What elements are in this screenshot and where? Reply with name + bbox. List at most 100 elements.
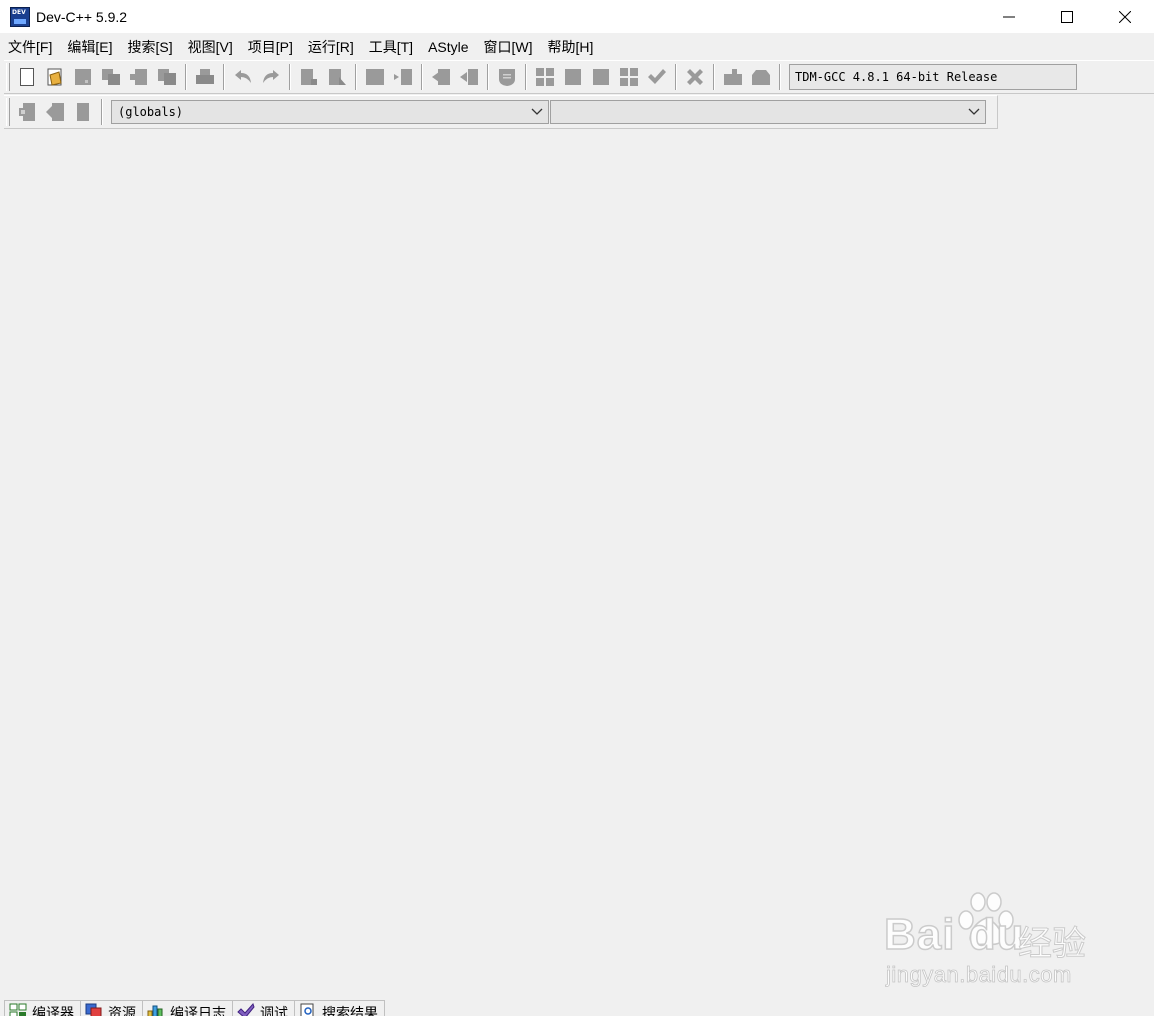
insert-button[interactable] — [14, 99, 40, 125]
tab-search-results[interactable]: 搜索结果 — [294, 1000, 385, 1016]
menu-window[interactable]: 窗口[W] — [478, 36, 542, 58]
project-options-icon — [499, 69, 515, 86]
stop-execution-button[interactable] — [682, 64, 708, 90]
menu-astyle[interactable]: AStyle — [422, 36, 477, 58]
close-button[interactable] — [1096, 0, 1154, 33]
compile-run-button[interactable] — [588, 64, 614, 90]
class-toolbar: (globals) — [4, 95, 998, 129]
tab-compile-log[interactable]: 编译日志 — [142, 1000, 233, 1016]
close-icon — [1119, 10, 1131, 23]
new-file-icon — [20, 68, 34, 86]
redo-icon — [263, 70, 279, 83]
scope-combo[interactable]: (globals) — [111, 100, 549, 124]
toolbar-separator — [421, 64, 423, 90]
toolbar-separator — [713, 64, 715, 90]
syntax-check-button[interactable] — [644, 64, 670, 90]
search-results-icon — [300, 1003, 314, 1016]
close-all-button[interactable] — [154, 64, 180, 90]
jingyan-text: 经验 — [1018, 924, 1087, 965]
chevron-down-icon[interactable] — [530, 104, 544, 120]
toolbar-separator — [185, 64, 187, 90]
menu-search[interactable]: 搜索[S] — [121, 36, 181, 58]
open-file-button[interactable] — [42, 64, 68, 90]
stop-x-icon — [687, 69, 703, 85]
compiler-grid-icon — [9, 1003, 27, 1016]
minimize-button[interactable] — [980, 0, 1038, 33]
compiler-selector[interactable]: TDM-GCC 4.8.1 64-bit Release — [789, 64, 1077, 90]
redo-button[interactable] — [258, 64, 284, 90]
maximize-icon — [1061, 10, 1073, 23]
compile-log-chart-icon — [147, 1005, 163, 1016]
toolbar-separator — [487, 64, 489, 90]
close-file-icon — [130, 69, 147, 85]
menu-view[interactable]: 视图[V] — [182, 36, 242, 58]
maximize-button[interactable] — [1038, 0, 1096, 33]
rebuild-all-icon — [620, 68, 638, 86]
find-next-button[interactable] — [362, 64, 388, 90]
tab-debug[interactable]: 调试 — [232, 1000, 295, 1016]
close-file-button[interactable] — [126, 64, 152, 90]
toolbar-grip[interactable] — [6, 98, 10, 126]
tab-resources[interactable]: 资源 — [80, 1000, 143, 1016]
baidu-jingyan-watermark: Bai du 经验 jingyan.baidu.com — [883, 890, 1099, 990]
goto-bookmark-icon — [77, 103, 89, 121]
compile-button[interactable] — [532, 64, 558, 90]
save-all-button[interactable] — [98, 64, 124, 90]
menu-help[interactable]: 帮助[H] — [542, 36, 603, 58]
debug-button[interactable] — [720, 64, 746, 90]
add-to-project-icon — [460, 69, 478, 85]
print-icon — [196, 69, 214, 84]
toolbar-grip[interactable] — [6, 63, 10, 91]
tab-compile-log-label: 编译日志 — [170, 1005, 226, 1016]
resources-icon — [85, 1003, 102, 1016]
toolbar-separator — [355, 64, 357, 90]
title-bar: Dev-C++ 5.9.2 — [0, 0, 1154, 33]
menu-run[interactable]: 运行[R] — [302, 36, 363, 58]
open-file-icon — [47, 68, 62, 86]
new-project-icon — [432, 69, 450, 85]
menu-tools[interactable]: 工具[T] — [363, 36, 422, 58]
debug-icon — [724, 69, 742, 85]
menu-project[interactable]: 项目[P] — [242, 36, 302, 58]
menu-bar: 文件[F] 编辑[E] 搜索[S] 视图[V] 项目[P] 运行[R] 工具[T… — [0, 36, 1154, 58]
chevron-down-icon[interactable] — [967, 104, 981, 120]
window-title: Dev-C++ 5.9.2 — [36, 8, 128, 25]
scope-combo-value: (globals) — [118, 105, 184, 119]
print-button[interactable] — [192, 64, 218, 90]
undo-icon — [235, 70, 251, 83]
goto-line-button[interactable] — [390, 64, 416, 90]
find-next-icon — [366, 69, 384, 85]
undo-button[interactable] — [230, 64, 256, 90]
toolbar-separator — [779, 64, 781, 90]
new-project-button[interactable] — [428, 64, 454, 90]
replace-button[interactable] — [324, 64, 350, 90]
window-controls — [980, 0, 1154, 33]
close-all-icon — [158, 69, 176, 85]
project-options-button[interactable] — [494, 64, 520, 90]
find-icon — [301, 69, 317, 85]
add-to-project-button[interactable] — [456, 64, 482, 90]
tab-search-results-label: 搜索结果 — [322, 1005, 378, 1016]
rebuild-all-button[interactable] — [616, 64, 642, 90]
save-button[interactable] — [70, 64, 96, 90]
compile-icon — [536, 68, 554, 86]
baidu-logo-text: Bai du — [883, 909, 1025, 960]
compile-run-icon — [593, 69, 609, 85]
profile-button[interactable] — [748, 64, 774, 90]
toolbar-separator — [675, 64, 677, 90]
toolbar-separator — [525, 64, 527, 90]
editor-area[interactable] — [0, 130, 1154, 1000]
menu-file[interactable]: 文件[F] — [2, 36, 61, 58]
main-toolbar: TDM-GCC 4.8.1 64-bit Release — [4, 60, 1154, 94]
run-button[interactable] — [560, 64, 586, 90]
member-combo[interactable] — [550, 100, 986, 124]
find-button[interactable] — [296, 64, 322, 90]
goto-bookmark-button[interactable] — [70, 99, 96, 125]
tab-compiler[interactable]: 编译器 — [4, 1000, 81, 1016]
minimize-icon — [1003, 16, 1015, 17]
toggle-bookmark-button[interactable] — [42, 99, 68, 125]
menu-edit[interactable]: 编辑[E] — [61, 36, 121, 58]
new-file-button[interactable] — [14, 64, 40, 90]
toolbar-separator — [289, 64, 291, 90]
save-all-icon — [102, 69, 120, 85]
